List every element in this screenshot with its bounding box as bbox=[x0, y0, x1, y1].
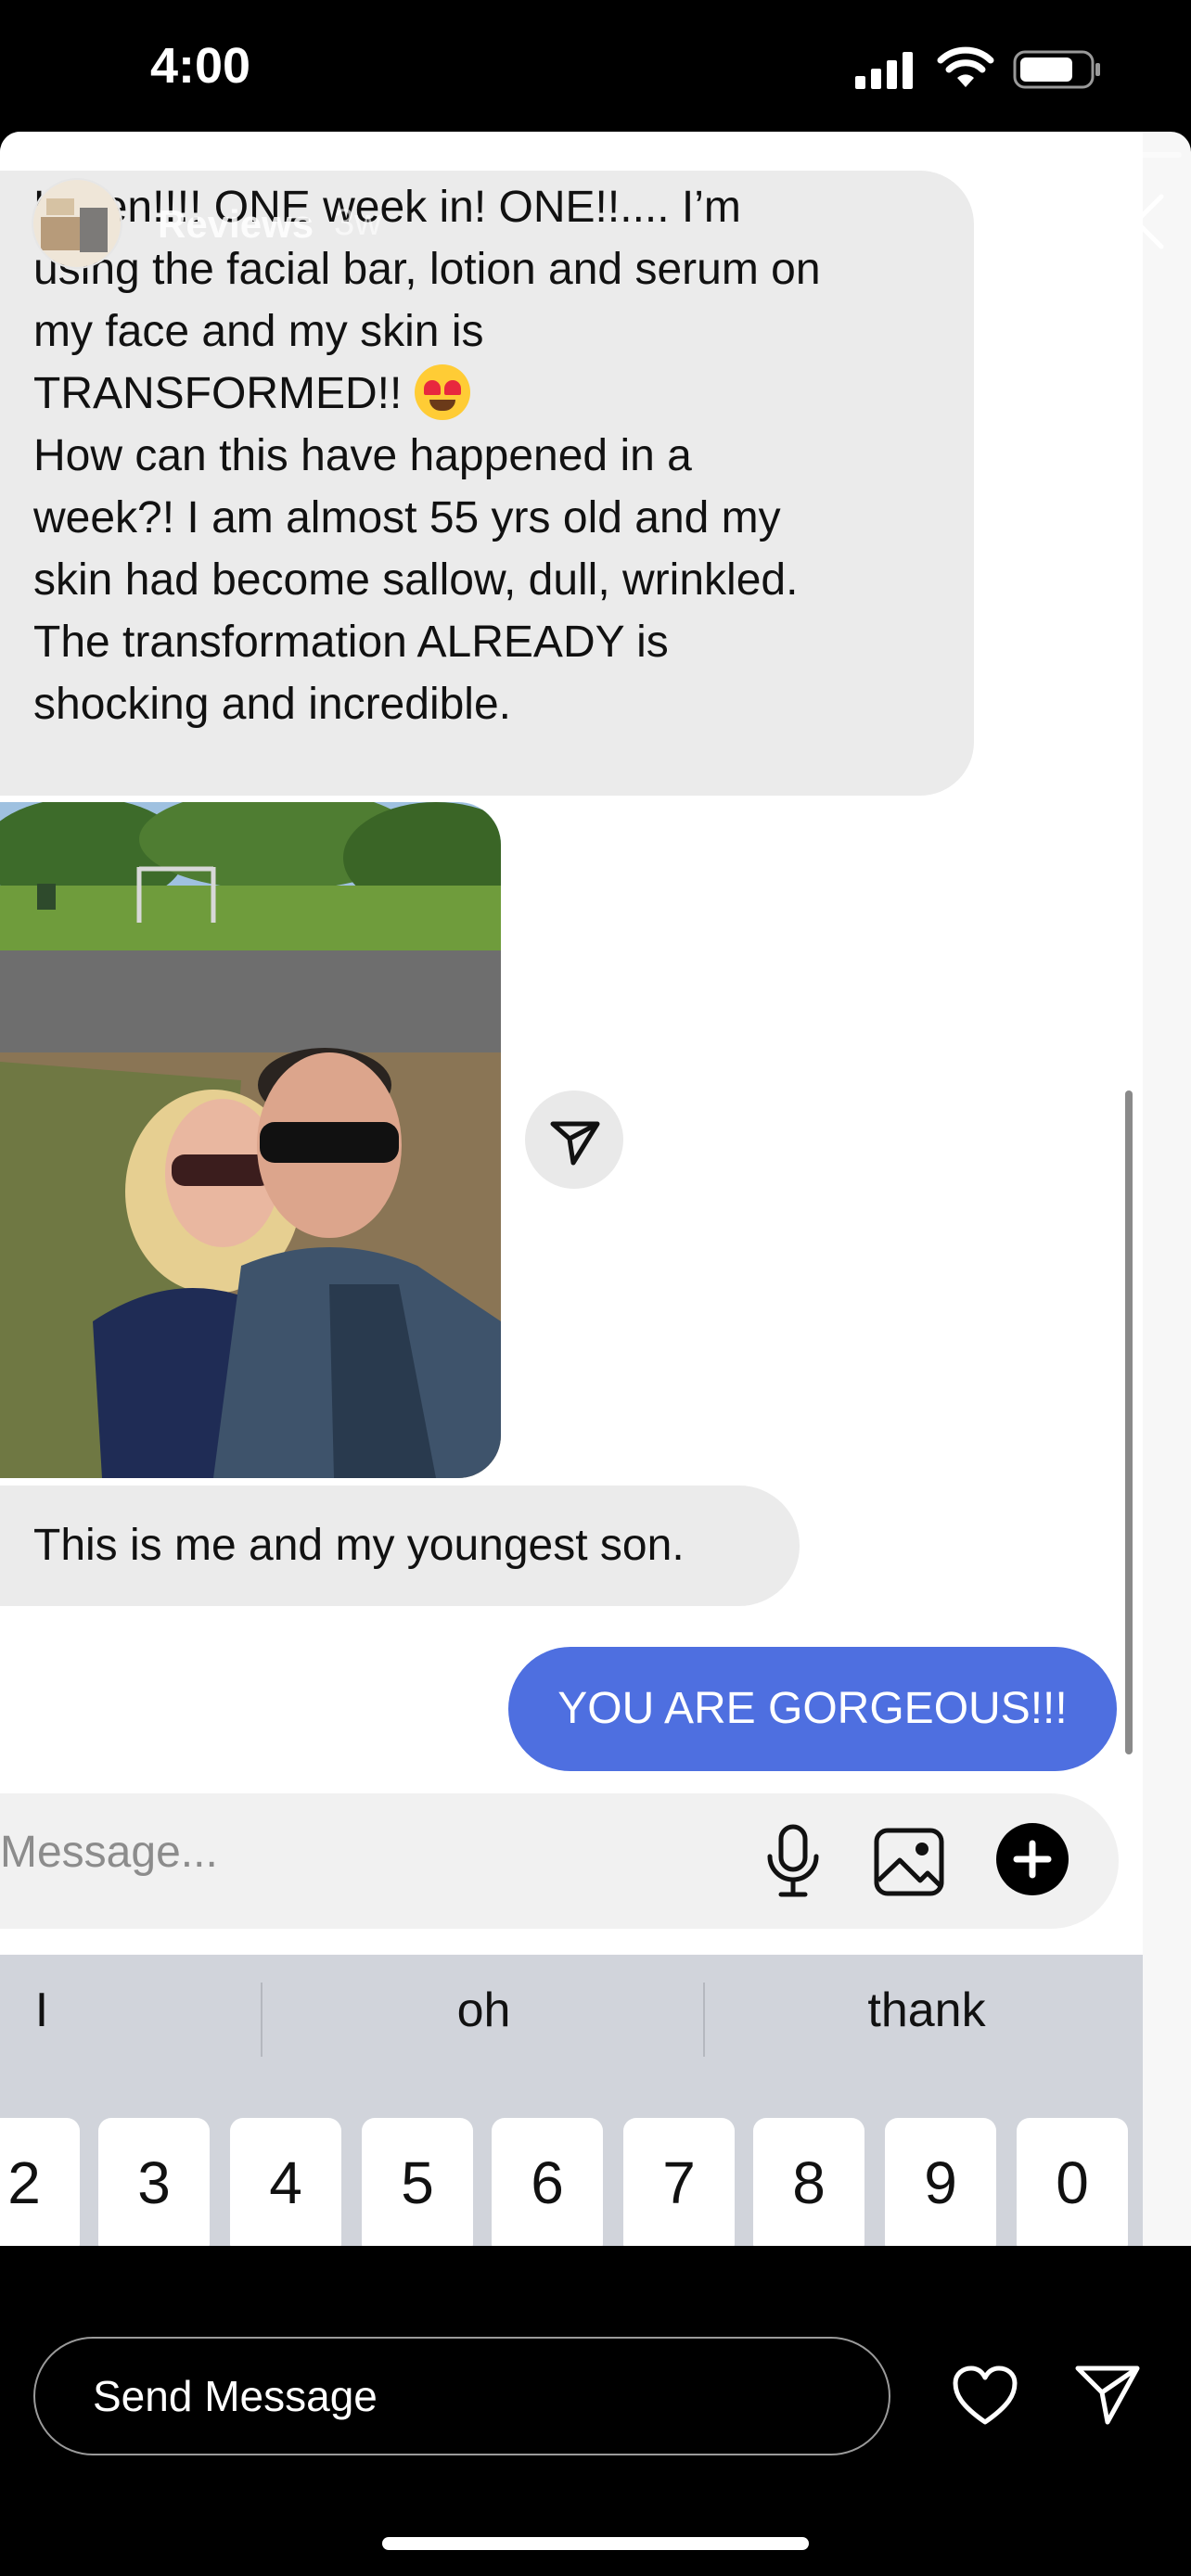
story-progress-segment bbox=[320, 152, 374, 158]
story-progress-segment bbox=[1004, 152, 1057, 158]
status-bar: 4:00 bbox=[0, 0, 1191, 132]
avatar[interactable] bbox=[32, 178, 122, 269]
send-message-field[interactable]: Send Message bbox=[33, 2337, 890, 2455]
send-icon[interactable] bbox=[1074, 2363, 1141, 2426]
dm-screenshot: Karen!!!! ONE week in! ONE!!.... I’m usi… bbox=[0, 132, 1143, 1958]
key-3[interactable]: 3 bbox=[98, 2118, 210, 2246]
avatar-image bbox=[33, 180, 121, 267]
message-line: week?! I am almost 55 yrs old and my bbox=[33, 493, 781, 542]
suggestion-1[interactable]: I bbox=[0, 1966, 83, 2055]
message-line: How can this have happened in a bbox=[33, 431, 692, 480]
story-progress-segment bbox=[1066, 152, 1120, 158]
story-progress-segment bbox=[382, 152, 436, 158]
story-progress-bar bbox=[9, 152, 1182, 158]
heart-icon[interactable] bbox=[952, 2365, 1018, 2426]
key-0[interactable]: 0 bbox=[1017, 2118, 1128, 2246]
key-9[interactable]: 9 bbox=[885, 2118, 996, 2246]
story-progress-segment bbox=[506, 152, 560, 158]
message-line: shocking and incredible. bbox=[33, 680, 511, 729]
cellular-signal-icon bbox=[855, 52, 913, 89]
story-progress-segment bbox=[569, 152, 622, 158]
key-5[interactable]: 5 bbox=[362, 2118, 473, 2246]
story-username[interactable]: Reviews bbox=[158, 202, 314, 247]
story-progress-segment bbox=[755, 152, 809, 158]
story-progress-segment bbox=[196, 152, 250, 158]
message-input[interactable]: Message... bbox=[0, 1827, 218, 1878]
keyboard: I oh thank 2 3 4 5 6 7 8 9 0 bbox=[0, 1955, 1143, 2246]
message-line-with-emoji: TRANSFORMED!! bbox=[33, 363, 941, 425]
story-progress-segment bbox=[71, 152, 125, 158]
microphone-icon[interactable] bbox=[761, 1821, 826, 1901]
incoming-message-1: Karen!!!! ONE week in! ONE!!.... I’m usi… bbox=[0, 171, 974, 796]
story-progress-segment bbox=[258, 152, 312, 158]
home-indicator bbox=[382, 2537, 809, 2550]
story-progress-segment bbox=[444, 152, 498, 158]
story-progress-segment bbox=[9, 152, 63, 158]
predictive-suggestions: I oh thank bbox=[0, 1966, 1143, 2057]
share-button[interactable] bbox=[525, 1090, 623, 1189]
close-icon[interactable] bbox=[1106, 191, 1167, 252]
add-button[interactable] bbox=[996, 1823, 1069, 1895]
suggestion-2[interactable]: oh bbox=[263, 1966, 705, 2055]
key-2[interactable]: 2 bbox=[0, 2118, 80, 2246]
key-8[interactable]: 8 bbox=[753, 2118, 864, 2246]
story-progress-segment bbox=[134, 152, 187, 158]
message-line: my face and my skin is bbox=[33, 307, 484, 356]
send-message-placeholder: Send Message bbox=[93, 2372, 378, 2420]
message-composer[interactable]: Message... bbox=[0, 1793, 1119, 1929]
message-line-text: TRANSFORMED!! bbox=[33, 369, 403, 418]
shared-photo[interactable] bbox=[0, 802, 501, 1478]
scrollbar[interactable] bbox=[1125, 1090, 1133, 1754]
selfie-photo-image bbox=[0, 802, 501, 1478]
story-progress-segment bbox=[631, 152, 685, 158]
send-icon bbox=[550, 1121, 600, 1166]
heart-eyes-emoji-icon bbox=[415, 364, 471, 421]
gallery-icon[interactable] bbox=[872, 1821, 946, 1899]
story-progress-segment bbox=[879, 152, 933, 158]
incoming-message-2: This is me and my youngest son. bbox=[0, 1486, 800, 1606]
story-progress-segment bbox=[941, 152, 995, 158]
status-time: 4:00 bbox=[150, 38, 251, 94]
story-progress-segment bbox=[1128, 152, 1182, 158]
story-progress-segment bbox=[817, 152, 871, 158]
wifi-icon bbox=[937, 46, 994, 87]
story-card: Karen!!!! ONE week in! ONE!!.... I’m usi… bbox=[0, 132, 1191, 2246]
message-line: The transformation ALREADY is bbox=[33, 618, 669, 667]
story-progress-segment bbox=[693, 152, 747, 158]
key-4[interactable]: 4 bbox=[230, 2118, 341, 2246]
outgoing-message-1: YOU ARE GORGEOUS!!! bbox=[508, 1647, 1117, 1771]
more-options-icon[interactable] bbox=[994, 215, 1054, 230]
story-timestamp: 3w bbox=[334, 202, 382, 243]
suggestion-3[interactable]: thank bbox=[705, 1966, 1148, 2055]
message-line: skin had become sallow, dull, wrinkled. bbox=[33, 555, 799, 605]
key-6[interactable]: 6 bbox=[492, 2118, 603, 2246]
key-7[interactable]: 7 bbox=[623, 2118, 735, 2246]
message-line: using the facial bar, lotion and serum o… bbox=[33, 245, 821, 294]
battery-icon bbox=[1013, 50, 1100, 89]
plus-icon bbox=[1013, 1840, 1052, 1879]
